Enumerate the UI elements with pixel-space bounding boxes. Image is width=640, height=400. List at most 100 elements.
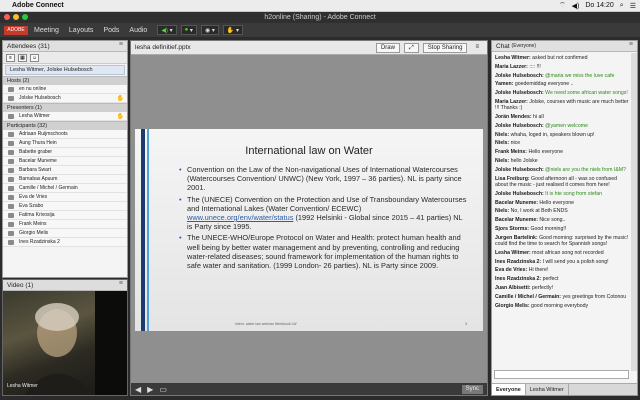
person-icon [8,96,14,101]
participant-row[interactable]: Camille / Michel / Germain [3,184,127,193]
hand-icon: ✋ [116,96,124,102]
list-view-icon[interactable]: ≡ [6,53,15,62]
chat-messages: Lesha Witmer: asked but not confirmed Mar… [492,53,632,371]
draw-button[interactable]: Draw [375,42,400,53]
menu-pods[interactable]: Pods [103,27,119,34]
bullet-unwc: Convention on the Law of the Non-navigat… [179,165,469,193]
chat-sender: Niels: [495,158,510,165]
wifi-icon[interactable]: ⌔ [559,1,566,10]
chat-message: Camille / Michel / Germain: yes greeting… [495,294,629,300]
participant-row[interactable]: Eva de Vries [3,193,127,202]
participant-row[interactable]: Barbara Swart [3,166,127,175]
person-icon [8,222,14,227]
host-row[interactable]: en nu online [3,85,127,94]
volume-icon[interactable]: ◀) [572,2,580,10]
attendees-title: Attendees [7,42,37,50]
bullet-text: The (UNECE) Convention on the Protection… [187,194,467,213]
participant-row[interactable]: Ines Rzadzinska 2 [3,238,127,247]
participant-row[interactable]: Aung Thura Hein [3,139,127,148]
chat-text: hello Jolske [509,158,538,165]
speaker-button[interactable]: ◀) ▾ [157,25,177,35]
person-icon [8,150,14,155]
zoom-window-button[interactable] [22,14,28,20]
chat-sender: Jorän Mendes: [495,114,532,121]
microphone-button[interactable]: ● ▾ [180,25,197,35]
host-row[interactable]: Jolske Hulsebosch ✋ [3,94,127,103]
video-caption: Lesha Witmer [7,383,38,389]
chat-input[interactable] [494,370,629,379]
chat-text: hi all [531,114,544,121]
notes-icon[interactable]: ▭ [159,385,167,394]
pod-menu-icon[interactable]: ≡ [629,41,633,48]
hosts-group-header[interactable]: Hosts (2) [3,76,127,85]
clock[interactable]: Do 14:20 [585,2,613,9]
participant-row[interactable]: Eva Szabo [3,202,127,211]
person-icon [8,240,14,245]
share-footer: ◀ ▶ ▭ Sync [131,383,487,395]
stop-sharing-button[interactable]: Stop Sharing [422,42,468,53]
chat-sender: Maria Lazzer: [495,98,528,105]
chat-sender: Giorgio Melis: [495,302,530,309]
window-title: h2online (Sharing) - Adobe Connect [264,14,376,21]
person-icon [8,168,14,173]
participant-row[interactable]: Giorgio Melis [3,229,127,238]
chat-message: Ines Rzadzinska 2: I will send you a pol… [495,259,629,265]
chat-sender: Niels: [495,140,510,147]
chat-sender: Camille / Michel / Germain: [495,293,562,300]
chat-message: Ines Rzadzinska 2: perfect [495,276,629,282]
pod-menu-icon[interactable]: ≡ [119,41,123,48]
status-view-icon[interactable]: ☺ [30,53,39,62]
presenters-group-header[interactable]: Presenters (1) [3,103,127,112]
sync-button[interactable]: Sync [461,384,483,394]
attendees-header: Attendees (31) ≡ [3,41,127,52]
next-slide-icon[interactable]: ▶ [147,385,153,394]
tab-lesha-witmer[interactable]: Lesha Witmer [526,384,569,395]
app-menu[interactable]: Adobe Connect [12,2,64,9]
raise-hand-button[interactable]: ✋ ▾ [222,25,244,35]
search-icon[interactable]: ⌕ [620,2,624,10]
chat-sender: Juan Albisetti: [495,285,531,292]
chat-message: Jurgen Bartelink: Good morning: surprise… [495,235,629,248]
pod-menu-icon[interactable]: ≡ [471,43,483,53]
chat-message: Lesha Witmer: asked but not confirmed [495,55,629,61]
current-user-status[interactable]: Lesha Witmer, Jolske Hulsebosch [5,65,125,75]
participant-row[interactable]: Frank Meins [3,220,127,229]
minimize-window-button[interactable] [13,14,19,20]
participant-row[interactable]: Babette graber [3,148,127,157]
menu-list-icon[interactable]: ☰ [630,2,636,10]
chat-text: yes greetings from Cotonou [561,293,627,300]
slide-footer: Intern. water law webinar Werkbuuk LW [235,322,297,326]
chat-message: Jolske Hulsebosch: @niels are you the ni… [495,167,629,173]
person-icon [8,114,14,119]
chat-tabs: Everyone Lesha Witmer [492,383,637,395]
chat-message: Niels: hello Jolske [495,158,629,164]
participant-row[interactable]: Fatima Krivosija [3,211,127,220]
menu-meeting[interactable]: Meeting [34,27,59,34]
participant-row[interactable]: Bacelar Muneme [3,157,127,166]
presenter-row[interactable]: Lesha Witmer ✋ [3,112,127,121]
chat-sender: Sjors Storms: [495,225,530,232]
pod-menu-icon[interactable]: ≡ [119,280,123,287]
chat-sender: Jolske Hulsebosch: [495,122,544,129]
prev-slide-icon[interactable]: ◀ [135,385,141,394]
participant-row[interactable]: Barnabas Apuum [3,175,127,184]
tab-everyone[interactable]: Everyone [492,384,526,395]
chat-scrollbar[interactable] [631,53,637,371]
chat-text: asked but not confirmed [530,55,588,61]
participant-row[interactable]: Adriaan Ruijmschoots [3,130,127,139]
menu-audio[interactable]: Audio [129,27,147,34]
chat-scope: (Everyone) [511,43,536,49]
participants-group-header[interactable]: Participants (32) [3,121,127,130]
person-icon [8,177,14,182]
participant-name: Eva Szabo [19,203,44,209]
fullscreen-button[interactable]: ⤢ [403,42,419,53]
person-icon [8,159,14,164]
unece-link[interactable]: www.unece.org/env/water/status [187,213,293,222]
webcam-button[interactable]: ◉ ▾ [200,25,219,35]
close-window-button[interactable] [4,14,10,20]
person-icon [8,87,14,92]
menu-layouts[interactable]: Layouts [69,27,94,34]
person-silhouette [23,291,127,395]
grid-view-icon[interactable]: ▦ [18,53,27,62]
chat-sender: Yamen: [495,81,514,88]
